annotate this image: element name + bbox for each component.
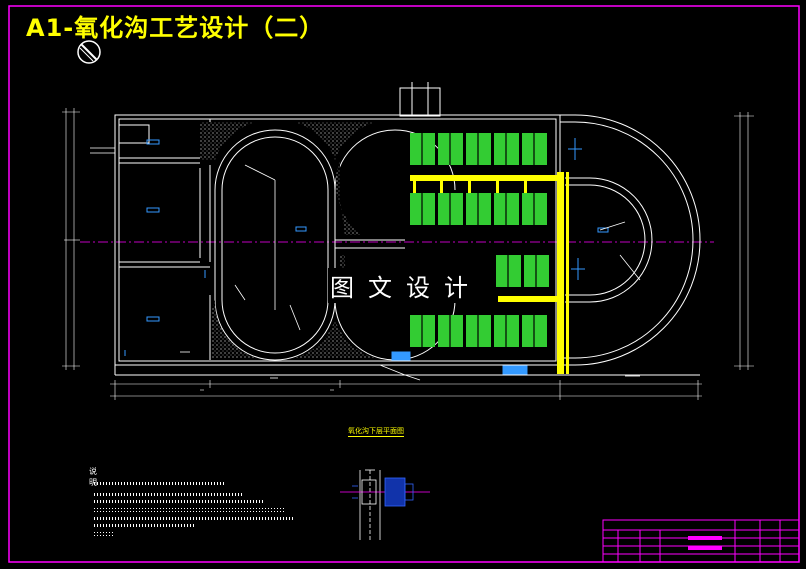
notes-body [94,482,294,536]
north-arrow-icon [77,40,101,64]
title-block [602,519,800,563]
page-title: A1-氧化沟工艺设计（二） [26,14,325,42]
notes-mark: 明 [89,478,97,487]
notes-heading: 说 [89,467,97,476]
plan-caption: 氧化沟下层平面图 [348,427,404,437]
detail-drawing [340,469,430,540]
aerator-shafts [421,133,537,347]
watermark-text: 图文设计 [328,268,484,303]
